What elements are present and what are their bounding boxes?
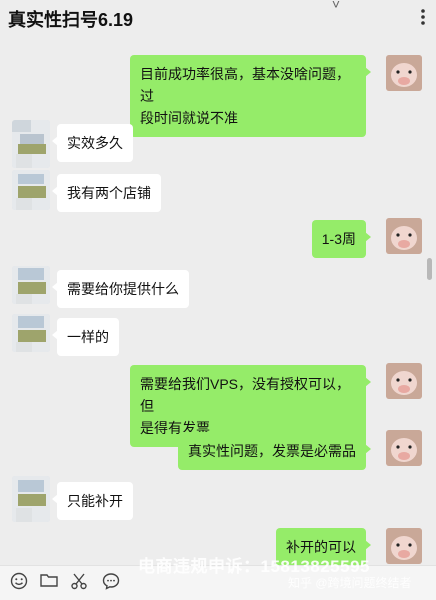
- emoji-icon[interactable]: [8, 572, 30, 594]
- contact-message-bubble[interactable]: 只能补开: [52, 482, 133, 520]
- contact-avatar[interactable]: [12, 120, 50, 168]
- message-text: 实效多久: [67, 135, 123, 151]
- chat-header: ˅ 真实性扫号6.19: [0, 0, 436, 40]
- message-text: 段时间就说不准: [140, 110, 238, 126]
- my-message-bubble[interactable]: 目前成功率很高，基本没啥问题，过 段时间就说不准: [130, 55, 371, 137]
- my-avatar[interactable]: [386, 55, 422, 91]
- message-text: 只能补开: [67, 493, 123, 509]
- my-avatar[interactable]: [386, 363, 422, 399]
- folder-icon[interactable]: [38, 572, 60, 594]
- chat-bubble-icon[interactable]: [100, 572, 122, 594]
- contact-message-bubble[interactable]: 实效多久: [52, 124, 133, 162]
- message-text: 一样的: [67, 329, 109, 345]
- message-text: 需要给我们VPS，没有授权可以，但: [140, 376, 351, 414]
- contact-avatar[interactable]: [12, 476, 50, 522]
- scissors-icon[interactable]: [68, 572, 90, 594]
- contact-avatar[interactable]: [12, 314, 50, 352]
- chat-title: 真实性扫号6.19: [8, 10, 134, 30]
- contact-avatar[interactable]: [12, 266, 50, 304]
- window-control-icon[interactable]: ˅: [332, 0, 340, 12]
- contact-message-bubble[interactable]: 需要给你提供什么: [52, 270, 189, 308]
- message-text: 我有两个店铺: [67, 185, 151, 201]
- more-vertical-icon[interactable]: [420, 8, 426, 29]
- my-avatar[interactable]: [386, 528, 422, 564]
- scrollbar-thumb[interactable]: [427, 258, 432, 280]
- watermark-zhihu: 知乎 @跨境问题终结者: [288, 576, 412, 590]
- my-avatar[interactable]: [386, 218, 422, 254]
- message-list[interactable]: 目前成功率很高，基本没啥问题，过 段时间就说不准 实效多久 我有两个店铺 1-3…: [0, 40, 436, 566]
- contact-message-bubble[interactable]: 我有两个店铺: [52, 174, 161, 212]
- message-text: 需要给你提供什么: [67, 281, 179, 297]
- contact-avatar[interactable]: [12, 170, 50, 210]
- message-text: 目前成功率很高，基本没啥问题，过: [140, 66, 350, 104]
- my-message-bubble[interactable]: 真实性问题，发票是必需品: [178, 432, 371, 470]
- message-text: 1-3周: [321, 231, 356, 247]
- message-text: 真实性问题，发票是必需品: [188, 443, 356, 459]
- my-message-bubble[interactable]: 1-3周: [311, 220, 372, 258]
- contact-message-bubble[interactable]: 一样的: [52, 318, 119, 356]
- my-avatar[interactable]: [386, 430, 422, 466]
